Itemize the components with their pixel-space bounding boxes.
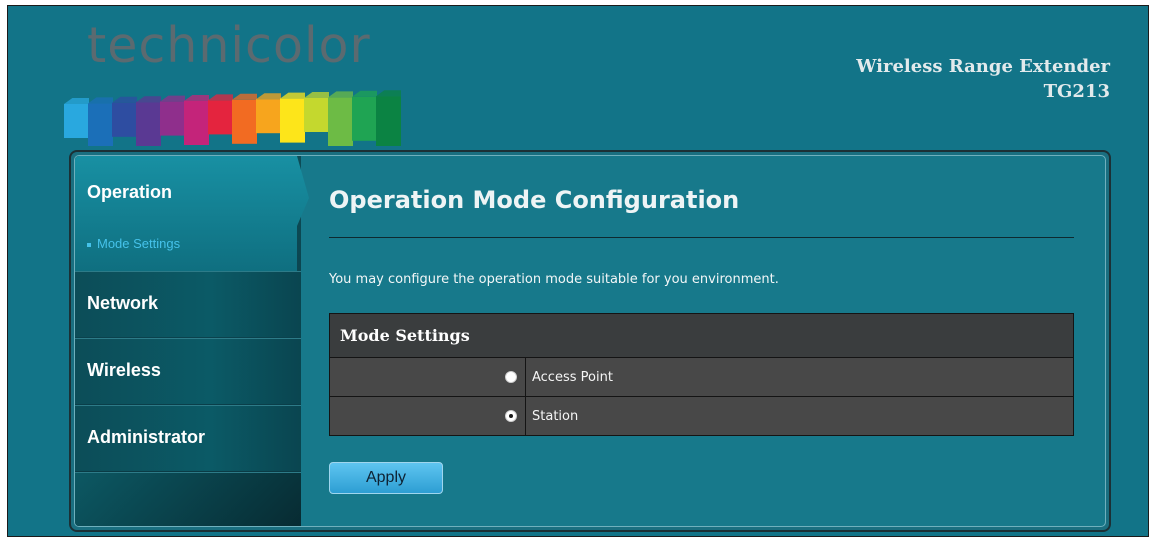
logo-bar-top <box>208 94 233 101</box>
bullet-icon <box>87 242 91 247</box>
sidebar-item-operation[interactable]: Operation Mode Settings <box>75 156 309 271</box>
content-area: Operation Mode Configuration You may con… <box>301 156 1105 526</box>
logo-bar-top <box>376 90 401 97</box>
logo-bar <box>232 99 257 144</box>
sidebar: Operation Mode Settings Network Wireless… <box>75 156 309 526</box>
access-point-radio[interactable] <box>505 371 517 383</box>
logo-text: technicolor <box>87 17 371 74</box>
table-row: Station <box>329 396 1074 436</box>
logo-bar <box>304 98 329 132</box>
sidebar-subitem-mode-settings[interactable]: Mode Settings <box>87 236 180 251</box>
sidebar-item-label: Administrator <box>87 427 206 447</box>
station-radio[interactable] <box>505 410 517 422</box>
mode-settings-table: Mode Settings Access Point Station <box>329 313 1074 436</box>
sidebar-item-network[interactable]: Network <box>75 271 301 337</box>
logo-bar <box>112 102 137 137</box>
table-header: Mode Settings <box>329 313 1074 358</box>
logo-bar-top <box>184 95 209 101</box>
logo-bar-top <box>64 98 89 104</box>
sidebar-footer <box>75 472 301 526</box>
logo-bar-top <box>256 93 281 100</box>
sidebar-item-label: Operation <box>87 182 173 202</box>
table-row: Access Point <box>329 357 1074 397</box>
sidebar-item-wireless[interactable]: Wireless <box>75 338 301 404</box>
logo-bar-top <box>304 92 329 98</box>
logo-bar <box>208 100 233 135</box>
product-name: Wireless Range Extender TG213 <box>856 54 1110 104</box>
sidebar-item-administrator[interactable]: Administrator <box>75 405 301 471</box>
logo-bar <box>328 97 353 146</box>
logo-bar-top <box>280 92 305 99</box>
logo-bar <box>280 98 305 143</box>
main-panel: Operation Mode Settings Network Wireless… <box>69 150 1111 532</box>
logo-bar-top <box>88 97 113 104</box>
product-model: TG213 <box>1043 81 1110 102</box>
option-label: Station <box>525 396 1074 436</box>
option-label: Access Point <box>525 357 1074 397</box>
title-divider <box>329 237 1074 238</box>
logo-bar-top <box>112 96 137 103</box>
logo-bar <box>352 96 377 141</box>
apply-button[interactable]: Apply <box>329 462 443 494</box>
logo-bar-top <box>232 93 257 100</box>
logo-bar <box>376 96 401 146</box>
logo-bar <box>88 103 113 146</box>
logo-bar <box>136 102 161 146</box>
logo-bar-top <box>328 91 353 98</box>
sidebar-subitem-label: Mode Settings <box>97 236 181 251</box>
product-line-1: Wireless Range Extender <box>856 56 1110 77</box>
logo-bar <box>184 101 209 145</box>
logo-bar-top <box>352 90 377 97</box>
sidebar-item-label: Wireless <box>87 360 161 380</box>
logo-bar-top <box>160 95 185 102</box>
app-frame: technicolor Wireless Range Extender TG21… <box>7 5 1149 537</box>
page-title: Operation Mode Configuration <box>329 186 740 214</box>
page-description: You may configure the operation mode sui… <box>329 272 779 287</box>
logo-bar <box>160 101 185 136</box>
sidebar-item-label: Network <box>87 293 159 313</box>
logo-bar <box>256 99 281 134</box>
logo-bar <box>64 104 89 138</box>
logo-icon <box>64 90 401 146</box>
logo-bar-top <box>136 96 161 103</box>
